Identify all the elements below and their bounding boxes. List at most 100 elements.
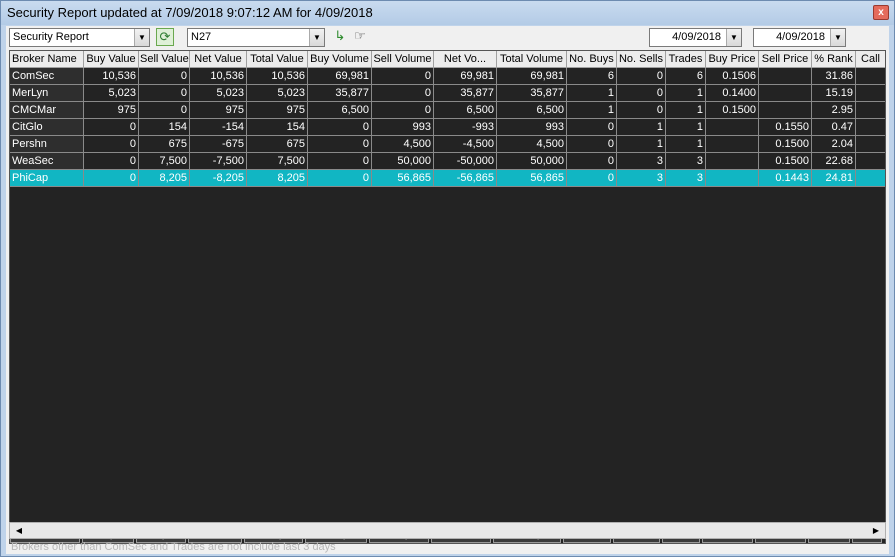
scroll-right-icon[interactable]: ▶ — [868, 523, 884, 538]
table-cell: 993 — [497, 119, 567, 136]
go-arrow-icon[interactable]: ↳ — [331, 28, 349, 46]
broker-name-cell: CMCMar — [10, 102, 84, 119]
table-cell: 2.95 — [812, 102, 856, 119]
table-cell: 975 — [190, 102, 247, 119]
table-cell: 1 — [617, 119, 666, 136]
column-header[interactable]: Net Value — [190, 51, 247, 68]
client-area: Security Report ▼ ⟳ N27 ▼ ↳ ☞ 4/09/2018 … — [6, 26, 889, 554]
table-cell — [856, 68, 885, 85]
column-header[interactable]: No. Sells — [617, 51, 666, 68]
table-cell: 56,865 — [372, 170, 434, 187]
close-icon[interactable]: x — [873, 5, 889, 20]
column-header[interactable]: Buy Price — [706, 51, 759, 68]
table-cell: 15.19 — [812, 85, 856, 102]
table-cell: 675 — [247, 136, 308, 153]
column-header[interactable]: Broker Name — [10, 51, 84, 68]
chevron-down-icon[interactable]: ▼ — [830, 29, 845, 46]
table-row[interactable]: ComSec 10,536 0 10,536 10,536 69,981 0 69,981 69… — [10, 68, 885, 85]
column-header[interactable]: Sell Volume — [372, 51, 434, 68]
table-cell: 0 — [84, 119, 139, 136]
table-cell: 8,205 — [139, 170, 190, 187]
table-cell: 0.1400 — [706, 85, 759, 102]
table-row[interactable]: CitGlo 0 154 -154 154 0 993 -993 993 0 1 1 0.1550 0.4… — [10, 119, 885, 136]
table-cell — [706, 153, 759, 170]
column-header[interactable]: Call — [856, 51, 885, 68]
column-header[interactable]: No. Buys — [567, 51, 617, 68]
table-cell: 0 — [308, 153, 372, 170]
column-header[interactable]: % Rank — [812, 51, 856, 68]
table-cell: 0 — [372, 85, 434, 102]
table-cell — [856, 153, 885, 170]
column-header[interactable]: Trades — [666, 51, 706, 68]
table-cell: 1 — [666, 85, 706, 102]
table-cell: 7,500 — [139, 153, 190, 170]
table-cell: 7,500 — [247, 153, 308, 170]
table-cell: 975 — [247, 102, 308, 119]
refresh-icon[interactable]: ⟳ — [156, 28, 174, 46]
column-header[interactable]: Net Vo... — [434, 51, 497, 68]
date-to-picker[interactable]: 4/09/2018 ▼ — [753, 28, 846, 47]
report-type-select[interactable]: Security Report ▼ — [9, 28, 150, 47]
table-cell — [706, 119, 759, 136]
table-cell: 56,865 — [497, 170, 567, 187]
table-cell: 0.1500 — [759, 153, 812, 170]
table-cell: 35,877 — [497, 85, 567, 102]
table-cell: 0.1500 — [759, 136, 812, 153]
table-cell — [759, 102, 812, 119]
table-cell: 0.1500 — [706, 102, 759, 119]
table-cell: 6 — [567, 68, 617, 85]
table-cell: 3 — [617, 153, 666, 170]
chevron-down-icon[interactable]: ▼ — [309, 29, 324, 46]
table-cell: 0 — [308, 136, 372, 153]
table-cell — [856, 136, 885, 153]
column-header[interactable]: Buy Value — [84, 51, 139, 68]
table-cell: 69,981 — [497, 68, 567, 85]
table-cell: 1 — [617, 136, 666, 153]
column-header[interactable]: Sell Value — [139, 51, 190, 68]
table-row[interactable]: Pershn 0 675 -675 675 0 4,500 -4,500 4,500 0 1 1 0.1… — [10, 136, 885, 153]
table-cell: 0 — [308, 119, 372, 136]
column-header[interactable]: Total Volume — [497, 51, 567, 68]
table-cell: 69,981 — [308, 68, 372, 85]
broker-grid[interactable]: Broker Name Buy Value Sell Value Net Value T… — [9, 50, 886, 544]
table-cell: 5,023 — [247, 85, 308, 102]
broker-name-cell: CitGlo — [10, 119, 84, 136]
table-cell: 0 — [617, 68, 666, 85]
table-cell: 5,023 — [84, 85, 139, 102]
table-cell: 3 — [666, 153, 706, 170]
table-cell — [706, 136, 759, 153]
table-row[interactable]: CMCMar 975 0 975 975 6,500 0 6,500 6,500 1 0 1 0.150… — [10, 102, 885, 119]
chevron-down-icon[interactable]: ▼ — [726, 29, 741, 46]
broker-name-cell: Pershn — [10, 136, 84, 153]
table-row[interactable]: PhiCap 0 8,205 -8,205 8,205 0 56,865 -56,865 56,… — [10, 170, 885, 187]
column-header[interactable]: Sell Price — [759, 51, 812, 68]
table-cell: 1 — [666, 102, 706, 119]
broker-name-cell: ComSec — [10, 68, 84, 85]
date-from-picker[interactable]: 4/09/2018 ▼ — [649, 28, 742, 47]
table-cell — [856, 170, 885, 187]
pointing-hand-icon[interactable]: ☞ — [351, 28, 369, 46]
scroll-left-icon[interactable]: ◀ — [11, 523, 27, 538]
table-cell: 993 — [372, 119, 434, 136]
horizontal-scrollbar[interactable]: ◀ ▶ — [9, 522, 886, 539]
table-cell: -675 — [190, 136, 247, 153]
security-code-input[interactable]: N27 ▼ — [187, 28, 325, 47]
chevron-down-icon[interactable]: ▼ — [134, 29, 149, 46]
table-cell: 675 — [139, 136, 190, 153]
table-cell: 154 — [247, 119, 308, 136]
table-cell: 0.1506 — [706, 68, 759, 85]
table-cell: 975 — [84, 102, 139, 119]
table-cell: 10,536 — [247, 68, 308, 85]
table-cell: 0 — [372, 68, 434, 85]
column-header[interactable]: Total Value — [247, 51, 308, 68]
table-row[interactable]: WeaSec 0 7,500 -7,500 7,500 0 50,000 -50,000 50,… — [10, 153, 885, 170]
table-cell — [856, 102, 885, 119]
table-cell — [856, 119, 885, 136]
column-header[interactable]: Buy Volume — [308, 51, 372, 68]
security-code-value: N27 — [191, 31, 212, 43]
table-cell: 8,205 — [247, 170, 308, 187]
table-cell: 50,000 — [497, 153, 567, 170]
table-cell: 0.47 — [812, 119, 856, 136]
table-row[interactable]: MerLyn 5,023 0 5,023 5,023 35,877 0 35,877 35,87… — [10, 85, 885, 102]
table-cell: 1 — [567, 85, 617, 102]
